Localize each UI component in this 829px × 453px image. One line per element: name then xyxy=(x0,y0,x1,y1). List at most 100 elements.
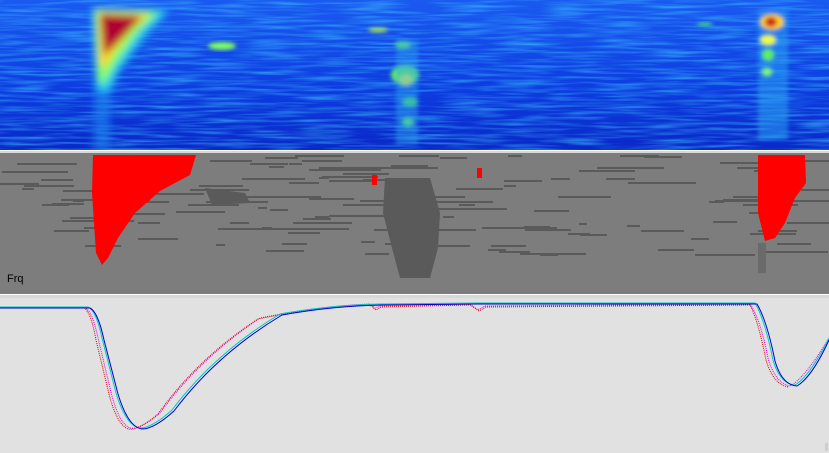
threshold-noise-streak xyxy=(150,193,204,195)
threshold-noise-streak xyxy=(266,250,304,252)
threshold-noise-streak xyxy=(319,167,384,169)
threshold-noise-streak xyxy=(579,170,635,172)
threshold-noise-streak xyxy=(433,245,470,247)
threshold-noise-streak xyxy=(24,185,74,187)
threshold-noise-streak xyxy=(456,188,503,190)
threshold-noise-streak xyxy=(777,243,811,245)
threshold-noise-streak xyxy=(242,178,305,180)
threshold-noise-streak xyxy=(343,204,366,206)
threshold-noise-streak xyxy=(525,229,571,231)
threshold-noise-streak xyxy=(282,243,307,245)
spectrogram-pane[interactable] xyxy=(0,0,829,150)
scroll-handle[interactable] xyxy=(825,443,828,451)
threshold-noise-streak xyxy=(250,163,288,165)
threshold-noise-streak xyxy=(199,185,243,187)
threshold-noise-streak xyxy=(482,227,557,229)
spectrogram-image xyxy=(0,0,829,150)
threshold-noise-streak xyxy=(440,157,467,159)
threshold-noise-streak xyxy=(265,157,298,159)
threshold-noise-streak xyxy=(258,207,267,209)
threshold-noise-streak xyxy=(343,173,389,175)
threshold-noise-streak xyxy=(216,244,225,246)
threshold-noise-streak xyxy=(289,163,302,165)
threshold-noise-streak xyxy=(256,196,321,198)
trace-pane[interactable] xyxy=(0,298,829,453)
threshold-hit-small-1 xyxy=(372,175,377,185)
threshold-noise-streak xyxy=(540,254,558,256)
threshold-noise-streak xyxy=(22,188,34,190)
threshold-noise-streak xyxy=(230,222,249,224)
threshold-noise-streak xyxy=(691,238,709,240)
threshold-noise-streak xyxy=(491,245,526,247)
threshold-noise-streak xyxy=(504,180,542,182)
threshold-noise-streak xyxy=(262,227,272,229)
threshold-noise-streak xyxy=(176,211,225,213)
threshold-noise-streak xyxy=(303,218,331,220)
threshold-noise-streak xyxy=(558,196,611,198)
threshold-noise-streak xyxy=(628,182,696,184)
threshold-noise-streak xyxy=(749,212,758,214)
threshold-noise-streak xyxy=(319,177,329,179)
threshold-noise-streak xyxy=(695,254,755,256)
threshold-noise-streak xyxy=(52,203,84,205)
threshold-noise-streak xyxy=(0,183,39,185)
trace-plot xyxy=(0,298,829,453)
threshold-noise-streak xyxy=(270,209,288,211)
threshold-noise-streak xyxy=(488,249,506,251)
threshold-noise-streak xyxy=(713,221,737,223)
threshold-noise-streak xyxy=(443,216,454,218)
threshold-noise-streak xyxy=(579,223,587,225)
threshold-noise-streak xyxy=(41,179,73,181)
threshold-noise-streak xyxy=(269,166,284,168)
threshold-noise-streak xyxy=(534,210,569,212)
threshold-noise-streak xyxy=(641,230,684,232)
threshold-noise-streak xyxy=(433,208,507,210)
threshold-noise-streak xyxy=(360,200,386,202)
threshold-noise-streak xyxy=(658,249,694,251)
threshold-noise-streak xyxy=(210,160,252,162)
threshold-noise-streak xyxy=(289,182,319,184)
threshold-noise-streak xyxy=(627,225,640,227)
threshold-noise-streak xyxy=(504,185,516,187)
threshold-noise-streak xyxy=(138,222,160,224)
threshold-noise-streak xyxy=(499,251,530,253)
threshold-noise-streak xyxy=(365,253,389,255)
threshold-noise-streak xyxy=(709,201,724,203)
threshold-noise-streak xyxy=(288,232,320,234)
threshold-noise-streak xyxy=(801,189,829,191)
threshold-noise-streak xyxy=(315,216,329,218)
threshold-noise-streak xyxy=(146,238,178,240)
threshold-noise-streak xyxy=(17,163,62,165)
threshold-noise-streak xyxy=(302,160,342,162)
threshold-noise-streak xyxy=(329,180,372,182)
threshold-noise-streak xyxy=(295,155,344,157)
frequency-label: Frq xyxy=(7,273,24,285)
threshold-noise-streak xyxy=(644,156,682,158)
threshold-noise-streak xyxy=(568,233,590,235)
threshold-noise-streak xyxy=(2,171,68,173)
threshold-noise-streak xyxy=(293,222,352,224)
threshold-pane[interactable]: Frq xyxy=(0,153,829,294)
threshold-noise-streak xyxy=(309,198,354,200)
threshold-noise-streak xyxy=(459,204,475,206)
spectrogram-event-3 xyxy=(758,10,788,140)
threshold-noise-streak xyxy=(361,241,375,243)
threshold-noise-streak xyxy=(322,176,378,178)
threshold-noise-streak xyxy=(399,155,439,157)
threshold-noise-streak xyxy=(329,215,390,217)
threshold-noise-streak xyxy=(792,200,829,202)
threshold-hit-small-2 xyxy=(477,168,482,178)
threshold-noise-streak xyxy=(760,251,828,253)
threshold-noise-streak xyxy=(787,222,829,224)
threshold-noise-streak xyxy=(551,178,570,180)
spectrogram-event-small xyxy=(208,42,236,50)
threshold-noise-streak xyxy=(391,165,428,167)
threshold-noise-streak xyxy=(309,169,381,171)
threshold-noise-streak xyxy=(508,155,522,157)
threshold-noise-streak xyxy=(597,167,664,169)
threshold-noise-streak xyxy=(54,230,89,232)
threshold-image xyxy=(0,153,829,294)
threshold-noise-streak xyxy=(606,178,635,180)
threshold-noise-streak xyxy=(276,228,349,230)
threshold-noise-streak xyxy=(56,163,77,165)
